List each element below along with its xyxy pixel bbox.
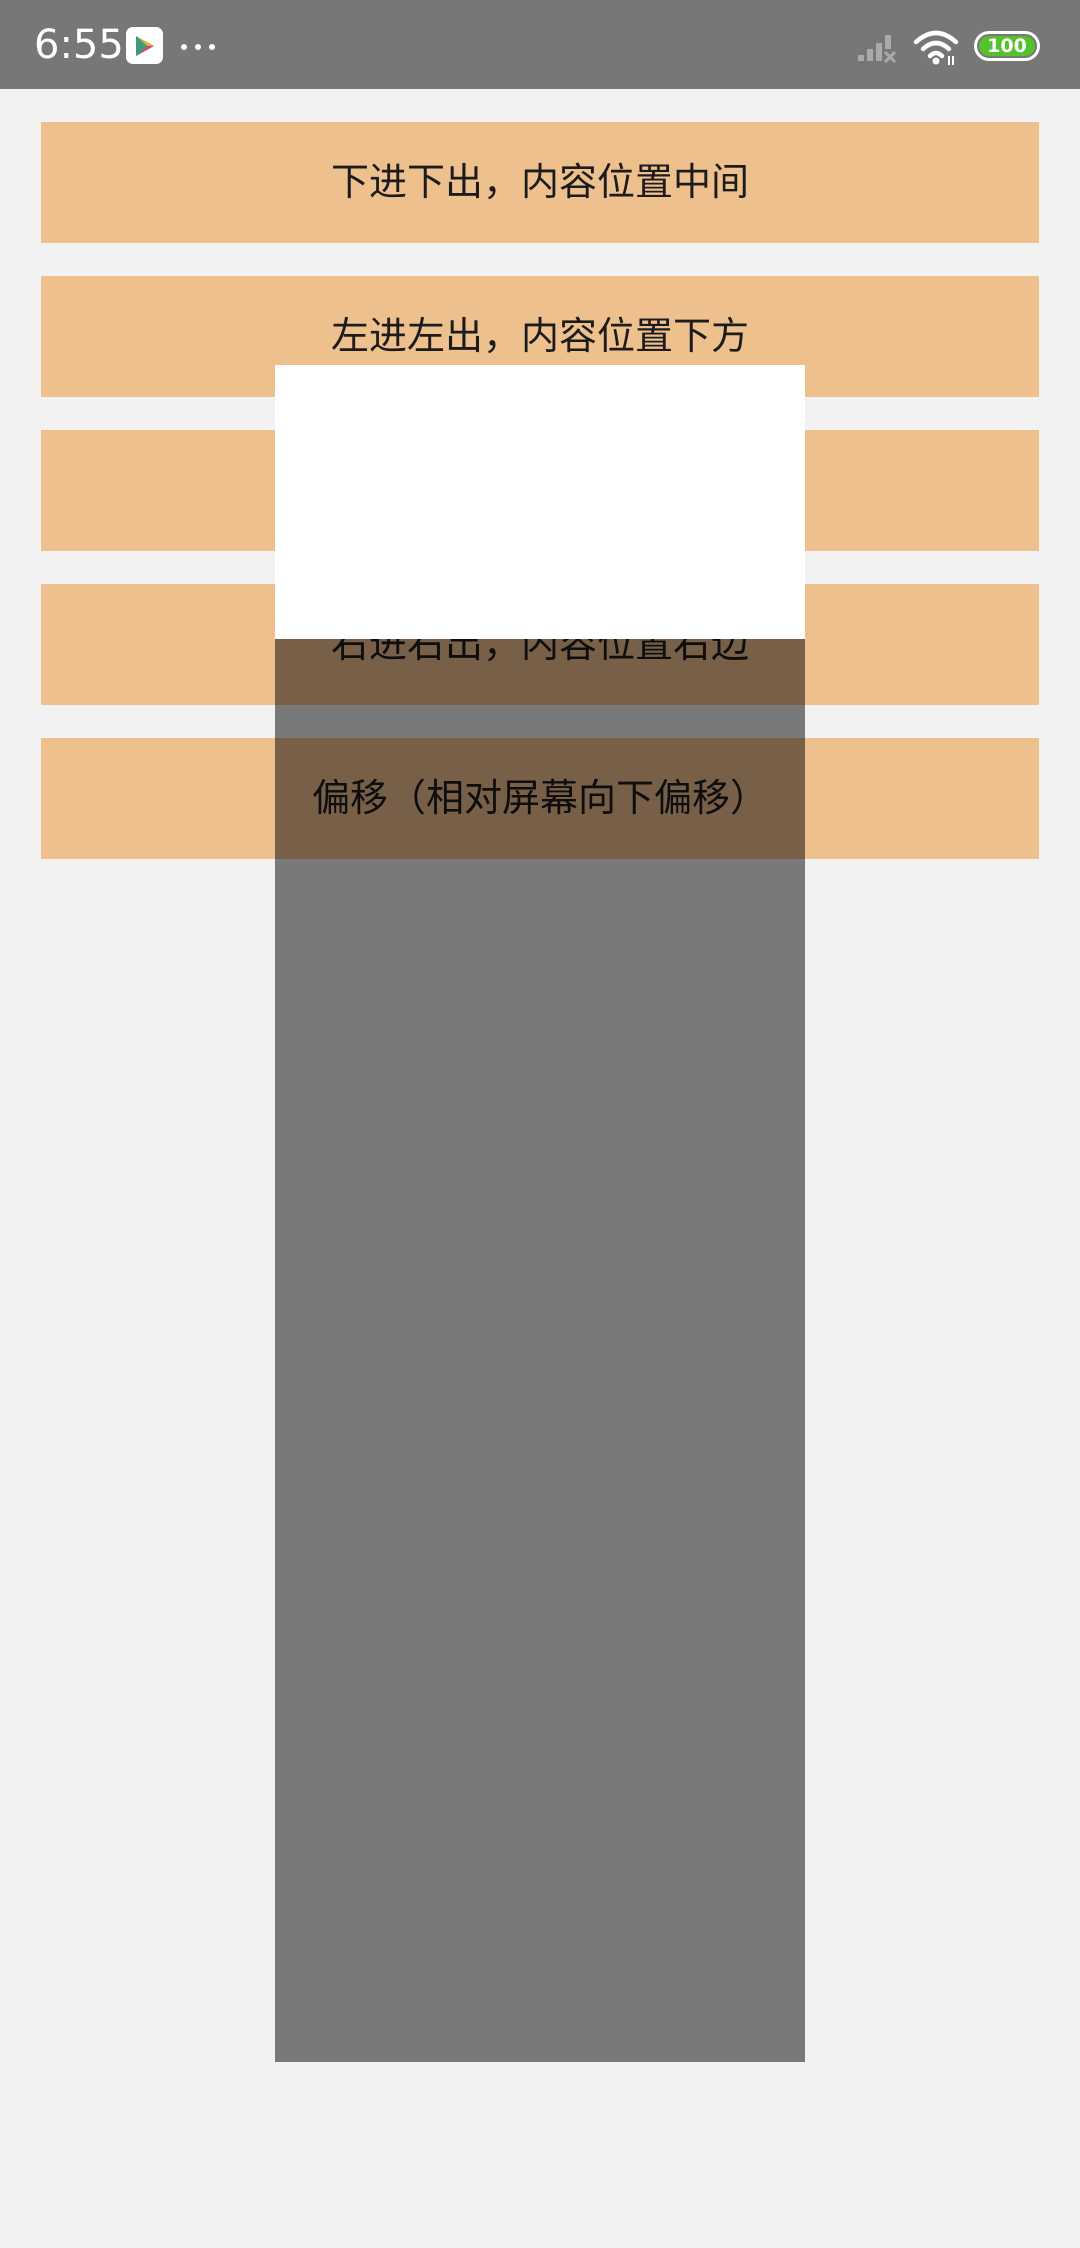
popup-content [275,365,805,639]
battery-icon: 100 [974,31,1040,61]
wifi-icon [913,30,959,70]
status-bar: 6:55 100 [0,0,1080,89]
signal-none-icon [856,30,900,68]
more-dots-icon [181,44,215,50]
battery-level: 100 [979,36,1035,56]
button-slide-bottom-center[interactable]: 下进下出，内容位置中间 [41,122,1039,243]
popup-dim-overlay[interactable] [275,639,805,2062]
status-time: 6:55 [34,22,124,68]
play-store-icon [126,27,163,64]
